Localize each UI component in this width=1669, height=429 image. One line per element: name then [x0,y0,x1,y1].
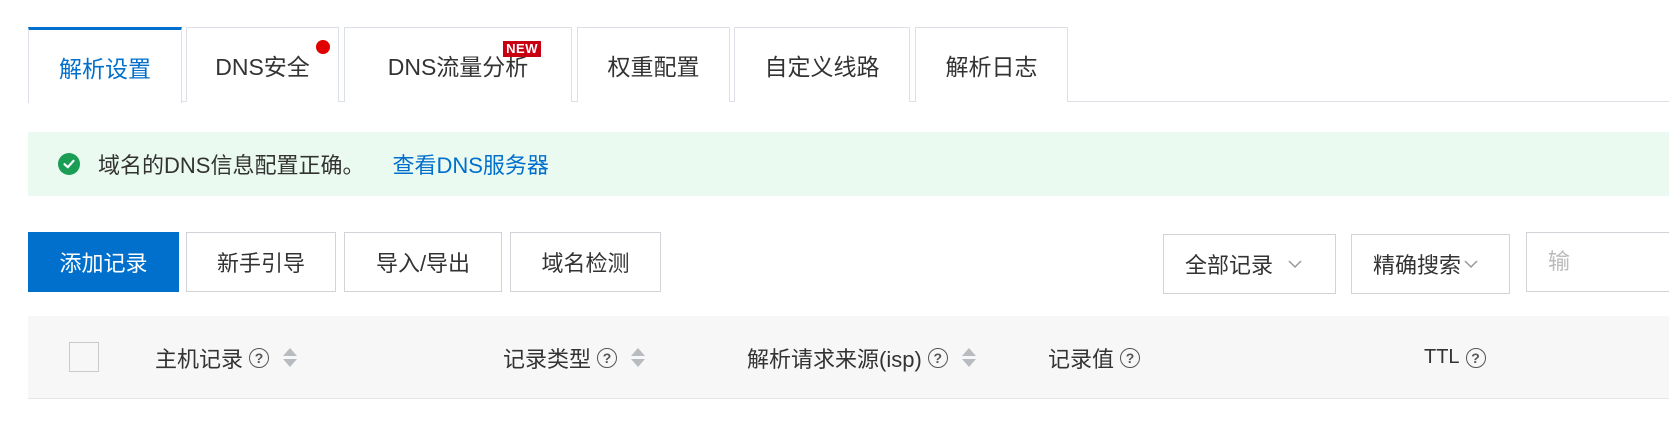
help-icon[interactable]: ? [597,347,618,368]
column-label: 记录类型 [503,346,592,372]
record-filter-select[interactable]: 全部记录 [1163,234,1336,294]
domain-check-button[interactable]: 域名检测 [510,232,661,292]
success-alert: 域名的DNS信息配置正确。 查看DNS服务器 [28,132,1669,196]
record-filter-value: 全部记录 [1185,253,1274,278]
tab-dns-traffic-analysis[interactable]: DNS流量分析 NEW [344,27,572,102]
tab-dns-security[interactable]: DNS安全 [186,27,339,102]
column-isp: 解析请求来源(isp) ? [747,316,976,399]
column-record-type: 记录类型 ? [503,316,646,399]
tab-weight-config[interactable]: 权重配置 [577,27,730,102]
search-mode-select[interactable]: 精确搜索 [1351,234,1510,294]
tab-label: DNS安全 [215,54,310,80]
sort-icon[interactable] [283,348,298,367]
import-export-button[interactable]: 导入/导出 [344,232,502,292]
add-record-button[interactable]: 添加记录 [28,232,179,292]
column-label: 解析请求来源(isp) [747,346,922,372]
new-badge: NEW [503,41,541,57]
select-all-checkbox[interactable] [69,342,99,372]
sort-icon[interactable] [961,348,976,367]
column-ttl: TTL ? [1424,316,1486,399]
help-icon[interactable]: ? [1120,347,1141,368]
check-circle-icon [58,153,80,175]
column-label: TTL [1424,346,1460,368]
chevron-down-icon [1464,260,1478,269]
tab-dns-log[interactable]: 解析日志 [915,27,1068,102]
search-input[interactable] [1526,232,1669,292]
tab-label: 自定义线路 [764,54,880,80]
column-label: 记录值 [1048,346,1115,372]
tab-dns-settings[interactable]: 解析设置 [28,27,182,103]
alert-message: 域名的DNS信息配置正确。 [98,153,365,178]
help-icon[interactable]: ? [249,347,270,368]
tab-label: 解析日志 [945,54,1038,80]
sort-icon[interactable] [631,348,646,367]
table-header: 主机记录 ? 记录类型 ? 解析请求来源(isp) ? 记录值 ? TTL ? [28,316,1669,399]
notification-dot [316,40,330,54]
help-icon[interactable]: ? [1465,347,1486,368]
tab-label: 解析设置 [59,55,151,82]
search-mode-value: 精确搜索 [1373,253,1462,278]
guide-button[interactable]: 新手引导 [186,232,336,292]
column-record-value: 记录值 ? [1048,316,1141,399]
view-dns-servers-link[interactable]: 查看DNS服务器 [392,148,548,180]
tab-bar: 解析设置 DNS安全 DNS流量分析 NEW 权重配置 自定义线路 解析日志 [28,27,1669,103]
column-label: 主机记录 [155,346,244,372]
help-icon[interactable]: ? [927,347,948,368]
chevron-down-icon [1288,260,1302,269]
column-host-record: 主机记录 ? [155,316,298,399]
tab-custom-route[interactable]: 自定义线路 [734,27,910,102]
tab-label: 权重配置 [607,54,700,80]
